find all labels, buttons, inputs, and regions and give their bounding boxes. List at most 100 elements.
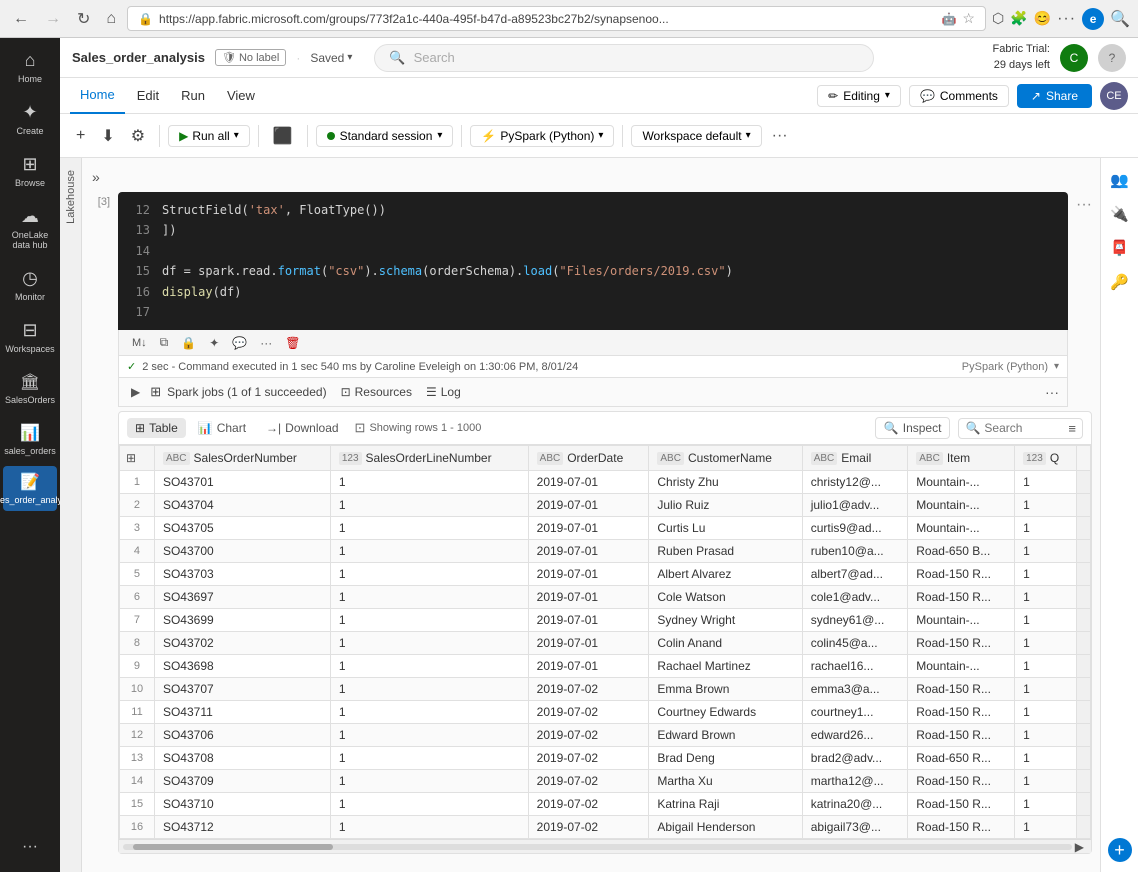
cell-copy-button[interactable]: ⧉ [155, 333, 174, 352]
table-row[interactable]: 9 SO43698 1 2019-07-01 Rachael Martinez … [120, 655, 1091, 678]
cell-format-button[interactable]: M↓ [127, 335, 152, 351]
sidebar-more-button[interactable]: ··· [18, 830, 42, 864]
table-row[interactable]: 4 SO43700 1 2019-07-01 Ruben Prasad rube… [120, 540, 1091, 563]
right-panel-key-button[interactable]: 🔑 [1106, 268, 1134, 296]
sidebar-item-create[interactable]: ✦ Create [3, 94, 57, 144]
download-button[interactable]: ⬇ [95, 123, 120, 149]
table-row[interactable]: 7 SO43699 1 2019-07-01 Sydney Wright syd… [120, 609, 1091, 632]
table-row[interactable]: 10 SO43707 1 2019-07-02 Emma Brown emma3… [120, 678, 1091, 701]
table-row[interactable]: 8 SO43702 1 2019-07-01 Colin Anand colin… [120, 632, 1091, 655]
menu-edit[interactable]: Edit [127, 84, 169, 107]
sidebar-item-home[interactable]: ⌂ Home [3, 42, 57, 92]
row-num-cell: 9 [120, 655, 155, 678]
col-header-salesordernumber[interactable]: ABC SalesOrderNumber [154, 446, 330, 471]
table-row[interactable]: 3 SO43705 1 2019-07-01 Curtis Lu curtis9… [120, 517, 1091, 540]
sidebar-item-sales-order-analysis[interactable]: 📝 Sales_order_analysis [3, 466, 57, 511]
cell-delete-button[interactable]: 🗑 [280, 334, 305, 352]
code-editor[interactable]: 12 StructField('tax', FloatType()) 13 ])… [118, 192, 1068, 330]
inspect-button[interactable]: 🔍 Inspect [875, 417, 951, 439]
col-header-salesorderlinenumber[interactable]: 123 SalesOrderLineNumber [330, 446, 528, 471]
table-tab[interactable]: ⊞ Table [127, 418, 186, 438]
sidebar-item-browse[interactable]: ⊞ Browse [3, 146, 57, 196]
spark-expand-button[interactable]: ▶ [127, 383, 144, 401]
menu-user-avatar[interactable]: CE [1100, 82, 1128, 110]
top-search-bar[interactable]: 🔍 Search [374, 44, 874, 72]
sidebar-item-onelake[interactable]: ☁ OneLake data hub [3, 198, 57, 258]
search-filter-button[interactable]: ≡ [1068, 421, 1076, 436]
chart-tab[interactable]: 📊 Chart [190, 418, 254, 438]
search-input-wrapper[interactable]: 🔍 ≡ [958, 418, 1083, 439]
session-button[interactable]: Standard session ▾ [316, 125, 454, 147]
spark-more-button[interactable]: ··· [1045, 384, 1059, 400]
log-tab[interactable]: ☰ Log [426, 385, 461, 399]
salesordernumber-cell: SO43699 [154, 609, 330, 632]
table-row[interactable]: 14 SO43709 1 2019-07-02 Martha Xu martha… [120, 770, 1091, 793]
editing-button[interactable]: ✏ Editing ▾ [817, 85, 901, 107]
table-row[interactable]: 13 SO43708 1 2019-07-02 Brad Deng brad2@… [120, 747, 1091, 770]
sidebar-item-salesorders[interactable]: 🏛 SalesOrders [3, 364, 57, 413]
scrollbar-thumb[interactable] [133, 844, 333, 850]
url-bar[interactable]: 🔒 https://app.fabric.microsoft.com/group… [127, 6, 986, 31]
back-button[interactable]: ← [8, 8, 34, 30]
sidebar-item-sales-orders-file[interactable]: 📊 sales_orders [3, 415, 57, 464]
col-header-email[interactable]: ABC Email [802, 446, 908, 471]
home-button[interactable]: ⌂ [101, 8, 121, 30]
cell-lock-button[interactable]: 🔒 [176, 334, 201, 352]
add-cell-button[interactable]: + [70, 124, 91, 148]
table-row[interactable]: 12 SO43706 1 2019-07-02 Edward Brown edw… [120, 724, 1091, 747]
scroll-right-button[interactable]: ▶ [1072, 840, 1087, 854]
user-avatar-green[interactable]: C [1060, 44, 1088, 72]
col-header-item[interactable]: ABC Item [908, 446, 1015, 471]
pyspark-button[interactable]: ⚡ PySpark (Python) ▾ [470, 125, 614, 147]
cell-more-actions-button[interactable]: ··· [255, 334, 277, 352]
forward-button[interactable]: → [40, 8, 66, 30]
table-row[interactable]: 16 SO43712 1 2019-07-02 Abigail Henderso… [120, 816, 1091, 839]
edge-search-icon[interactable]: 🔍 [1110, 9, 1130, 29]
table-row[interactable]: 5 SO43703 1 2019-07-01 Albert Alvarez al… [120, 563, 1091, 586]
table-row[interactable]: 2 SO43704 1 2019-07-01 Julio Ruiz julio1… [120, 494, 1091, 517]
table-row[interactable]: 11 SO43711 1 2019-07-02 Courtney Edwards… [120, 701, 1091, 724]
col-header-q[interactable]: 123 Q [1015, 446, 1077, 471]
collapse-left-button[interactable]: » [86, 166, 106, 188]
table-row[interactable]: 15 SO43710 1 2019-07-02 Katrina Raji kat… [120, 793, 1091, 816]
right-panel-add-button[interactable]: + [1108, 838, 1132, 862]
resources-tab[interactable]: ⊡ Resources [341, 385, 412, 399]
settings-button[interactable]: ⚙ [125, 123, 151, 149]
no-label-badge[interactable]: 🛡 No label [215, 49, 286, 66]
browser-more-button[interactable]: ··· [1057, 10, 1076, 28]
cell-comment-button[interactable]: 💬 [227, 334, 252, 352]
share-button[interactable]: ↗ Share [1017, 84, 1092, 108]
right-panel-people-button[interactable]: 👥 [1106, 166, 1134, 194]
item-cell: Mountain-... [908, 494, 1015, 517]
horizontal-scrollbar[interactable]: ▶ [119, 839, 1091, 853]
download-tab[interactable]: →| Download [258, 418, 347, 438]
saved-button[interactable]: Saved ▾ [310, 51, 352, 65]
cell-star-button[interactable]: ✦ [204, 334, 224, 352]
right-panel-mail-button[interactable]: 📮 [1106, 234, 1134, 262]
col-header-customername[interactable]: ABC CustomerName [649, 446, 802, 471]
workspace-button[interactable]: Workspace default ▾ [631, 125, 761, 147]
sidebar-item-monitor[interactable]: ◷ Monitor [3, 260, 57, 310]
cell-options-button[interactable]: ··· [1076, 196, 1092, 214]
run-all-button[interactable]: ▶ Run all ▾ [168, 125, 250, 147]
table-row[interactable]: 6 SO43697 1 2019-07-01 Cole Watson cole1… [120, 586, 1091, 609]
right-panel-connect-button[interactable]: 🔌 [1106, 200, 1134, 228]
comments-button[interactable]: 💬 Comments [909, 85, 1009, 107]
browser-profile-button[interactable]: 😊 [1034, 10, 1051, 27]
star-icon[interactable]: ☆ [962, 10, 975, 27]
toolbar-more-button[interactable]: ··· [766, 125, 794, 147]
user-avatar-gray[interactable]: ? [1098, 44, 1126, 72]
table-row[interactable]: 1 SO43701 1 2019-07-01 Christy Zhu chris… [120, 471, 1091, 494]
menu-home[interactable]: Home [70, 78, 125, 114]
collections-button[interactable]: ⬡ [992, 10, 1004, 27]
stop-button[interactable]: ⬛ [267, 123, 299, 149]
search-input[interactable] [984, 421, 1064, 435]
sidebar-item-workspaces[interactable]: ⊟ Workspaces [3, 312, 57, 362]
menu-view[interactable]: View [217, 84, 265, 107]
scroll-indicator-cell [1077, 586, 1091, 609]
extensions-button[interactable]: 🧩 [1010, 10, 1027, 27]
col-header-orderdate[interactable]: ABC OrderDate [528, 446, 649, 471]
scroll-indicator-cell [1077, 678, 1091, 701]
menu-run[interactable]: Run [171, 84, 215, 107]
refresh-button[interactable]: ↻ [72, 7, 95, 31]
